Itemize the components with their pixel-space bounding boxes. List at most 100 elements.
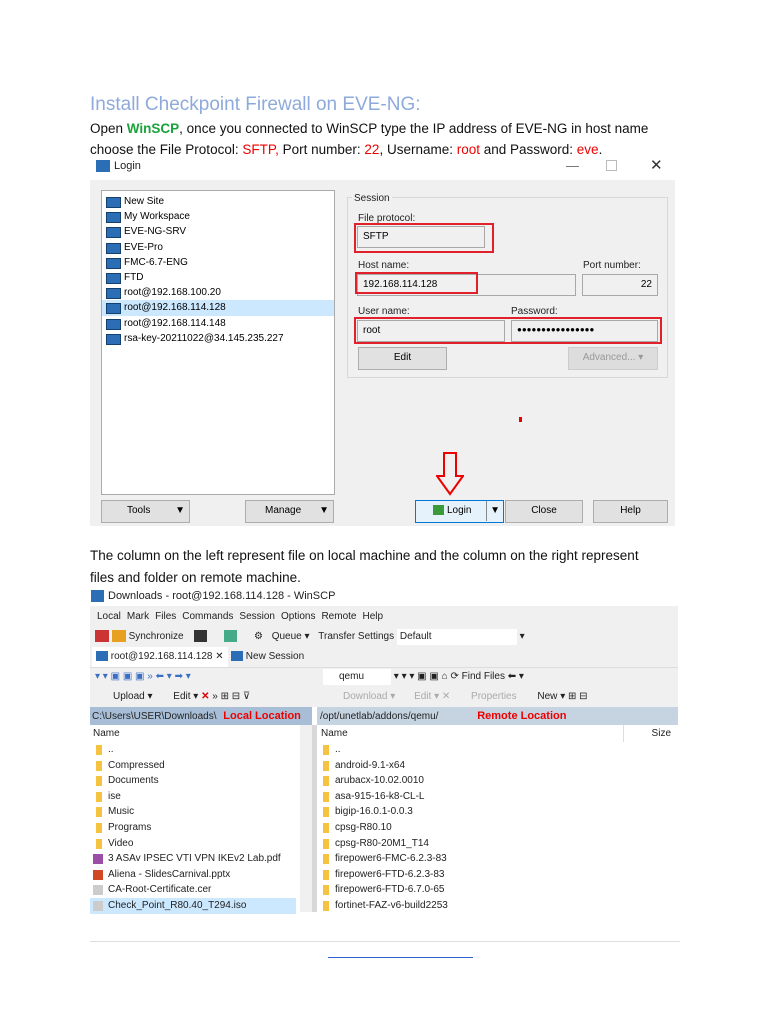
site-item[interactable]: My Workspace: [102, 209, 334, 224]
tab-session[interactable]: root@192.168.114.128 ✕: [92, 647, 228, 667]
remote-file-row[interactable]: firepower6-FMC-6.2.3-83: [317, 851, 678, 867]
close-button[interactable]: Close: [505, 500, 583, 523]
site-item[interactable]: EVE-Pro: [102, 240, 334, 255]
delete-icon[interactable]: ✕: [201, 691, 209, 702]
tab-new-session[interactable]: New Session: [231, 647, 304, 667]
port-input[interactable]: 22: [582, 274, 658, 296]
local-path-bar[interactable]: C:\Users\USER\Downloads\ Local Location: [90, 707, 312, 725]
help-button[interactable]: Help: [593, 500, 668, 523]
find-files-button[interactable]: Find Files: [462, 671, 505, 682]
remote-actions-toolbar: Download ▾ Edit ▾ ✕ Properties New ▾ ⊞ ⊟: [343, 691, 588, 702]
site-item[interactable]: root@192.168.100.20: [102, 285, 334, 300]
local-header[interactable]: Name^: [90, 725, 311, 742]
col-size[interactable]: Size: [622, 725, 671, 742]
remote-file-row[interactable]: ..: [317, 742, 678, 758]
site-item[interactable]: FMC-6.7-ENG: [102, 255, 334, 270]
remote-file-row[interactable]: arubacx-10.02.0010: [317, 773, 678, 789]
winscp-titlebar: Downloads - root@192.168.114.128 - WinSC…: [91, 590, 335, 602]
putty-icon[interactable]: [224, 630, 238, 643]
remote-path: /opt/unetlab/addons/qemu/: [320, 711, 439, 722]
login-button[interactable]: Login ▼: [415, 500, 504, 523]
menu-item[interactable]: Mark: [127, 611, 149, 622]
site-item[interactable]: root@192.168.114.148: [102, 316, 334, 331]
remote-nav-toolbar: qemu ▾ ▾ ▾ ▣ ▣ ⌂ ⟳ Find Files ⬅ ▾: [323, 667, 524, 687]
maximize-button[interactable]: [606, 160, 617, 171]
remote-file-row[interactable]: fortinet-FAZ-v6-build2253: [317, 898, 678, 914]
local-scrollbar[interactable]: [300, 725, 312, 912]
col-name[interactable]: Name: [321, 725, 348, 742]
menu-bar: Local Mark Files Commands Session Options Remo…: [97, 607, 389, 627]
remote-path-bar[interactable]: /opt/unetlab/addons/qemu/ Remote Locatio…: [317, 707, 678, 725]
site-item[interactable]: root@192.168.114.128: [102, 300, 334, 316]
remote-file-row[interactable]: firepower6-FTD-6.7.0-65: [317, 882, 678, 898]
local-file-row[interactable]: Programs: [90, 820, 311, 836]
intro-line-2: choose the File Protocol: SFTP, Port num…: [90, 142, 603, 157]
tools-button[interactable]: Tools ▼: [101, 500, 190, 523]
remote-file-row[interactable]: firepower6-FTD-6.2.3-83: [317, 867, 678, 883]
edit-button[interactable]: Edit: [173, 691, 190, 702]
remote-file-row[interactable]: cpsg-R80.10: [317, 820, 678, 836]
site-item[interactable]: New Site: [102, 194, 334, 209]
local-file-row[interactable]: CA-Root-Certificate.cer: [90, 882, 311, 898]
footer-link[interactable]: [328, 957, 473, 958]
menu-item[interactable]: Commands: [182, 611, 233, 622]
local-file-row[interactable]: Check_Point_R80.40_T294.iso: [90, 897, 296, 914]
manage-button[interactable]: Manage ▼: [245, 500, 334, 523]
menu-item[interactable]: Files: [155, 611, 176, 622]
remote-header[interactable]: Name Size: [317, 725, 678, 742]
remote-dir-select[interactable]: qemu: [323, 669, 391, 685]
site-item[interactable]: FTD: [102, 270, 334, 285]
local-file-row[interactable]: Video: [90, 836, 311, 852]
close-window-button[interactable]: ✕: [650, 156, 663, 174]
winscp-icon: [91, 590, 104, 602]
site-list[interactable]: New Site My Workspace EVE-NG-SRV EVE-Pro FMC…: [101, 190, 335, 495]
col-name[interactable]: Name: [93, 725, 120, 742]
host-label: Host name:: [358, 260, 410, 271]
sync-icon[interactable]: [111, 630, 126, 643]
local-file-row[interactable]: ise: [90, 789, 311, 805]
upload-button[interactable]: Upload: [113, 691, 145, 702]
gear-icon[interactable]: ⚙: [254, 631, 263, 642]
menu-item[interactable]: Session: [239, 611, 275, 622]
download-button[interactable]: Download: [343, 691, 387, 702]
terminal-icon[interactable]: [194, 630, 208, 643]
highlight-box: [355, 272, 478, 294]
login-label: Login: [447, 505, 472, 516]
remote-file-row[interactable]: bigip-16.0.1-0.0.3: [317, 804, 678, 820]
local-path: C:\Users\USER\Downloads\: [92, 711, 217, 722]
edit-button[interactable]: Edit: [358, 347, 447, 370]
queue-button[interactable]: Queue: [272, 631, 302, 642]
new-button[interactable]: New: [537, 691, 557, 702]
properties-button[interactable]: Properties: [471, 691, 517, 702]
menu-item[interactable]: Options: [281, 611, 315, 622]
manage-label: Manage: [265, 505, 302, 516]
user-label: User name:: [358, 306, 410, 317]
menu-item[interactable]: Local: [97, 611, 121, 622]
local-file-row[interactable]: Compressed: [90, 758, 311, 774]
menu-item[interactable]: Remote: [321, 611, 356, 622]
menu-item[interactable]: Help: [362, 611, 383, 622]
local-file-row[interactable]: Documents: [90, 773, 311, 789]
advanced-button[interactable]: Advanced... ▾: [568, 347, 658, 370]
site-item[interactable]: EVE-NG-SRV: [102, 224, 334, 239]
local-nav-toolbar[interactable]: ▾ ▾ ▣ ▣ ▣ » ⬅ ▾ ➡ ▾: [95, 667, 191, 687]
tools-label: Tools: [127, 505, 151, 516]
remote-file-row[interactable]: asa-915-16-k8-CL-L: [317, 789, 678, 805]
close-tab-icon[interactable]: ✕: [215, 651, 223, 662]
local-file-row[interactable]: Aliena - SlidesCarnival.pptx: [90, 867, 311, 883]
synchronize-button[interactable]: Synchronize: [129, 631, 184, 642]
local-file-row[interactable]: Music: [90, 804, 311, 820]
transfer-settings-select[interactable]: Default: [396, 629, 517, 645]
chevron-down-icon: ▼: [175, 505, 185, 516]
remote-file-row[interactable]: android-9.1-x64: [317, 758, 678, 774]
local-file-row[interactable]: 3 ASAv IPSEC VTI VPN IKEv2 Lab.pdf: [90, 851, 311, 867]
transfer-settings-value: Default: [399, 631, 432, 642]
arrow-down-icon: [436, 452, 464, 496]
port-label: Port number:: [583, 260, 641, 271]
compare-icon[interactable]: [95, 630, 109, 643]
local-file-row[interactable]: ..: [90, 742, 311, 758]
edit-remote-button[interactable]: Edit: [414, 691, 431, 702]
remote-file-row[interactable]: cpsg-R80-20M1_T14: [317, 836, 678, 852]
site-item[interactable]: rsa-key-20211022@34.145.235.227: [102, 331, 334, 346]
minimize-button[interactable]: —: [566, 158, 579, 173]
